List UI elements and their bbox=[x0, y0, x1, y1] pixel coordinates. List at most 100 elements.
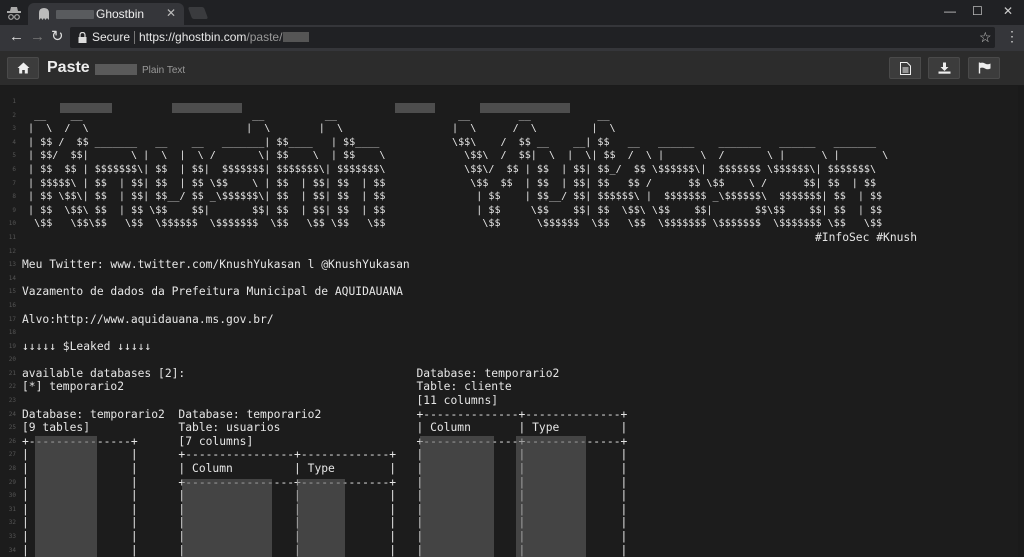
line-number: 5 bbox=[12, 152, 16, 160]
line-number: 11 bbox=[8, 233, 16, 241]
line-number-gutter: 1 2 3 4 5 6 7 8 9 10 11 12 13 14 15 16 17 18 19 20 21 22 23 24 2… bbox=[0, 95, 16, 557]
redacted-paste-id bbox=[95, 64, 137, 75]
code-line: Alvo:http://www.aquidauana.ms.gov.br/ bbox=[22, 312, 274, 326]
url-path: /paste/ bbox=[246, 30, 283, 44]
tab-close-icon[interactable]: ✕ bbox=[166, 6, 176, 20]
line-number: 29 bbox=[8, 478, 16, 486]
line-number: 6 bbox=[12, 165, 16, 173]
paste-content: 1 2 3 4 5 6 7 8 9 10 11 12 13 14 15 16 17 18 19 20 21 22 23 24 2… bbox=[0, 86, 1024, 557]
code-line: available databases [2]: Database: tempo… bbox=[22, 366, 560, 380]
redacted-tab-text bbox=[56, 10, 94, 19]
window-close-icon[interactable]: ✕ bbox=[1003, 4, 1013, 18]
redacted-block bbox=[516, 436, 586, 557]
code-line: [*] temporario2 Table: cliente bbox=[22, 380, 512, 394]
line-number: 28 bbox=[8, 465, 16, 473]
line-number: 8 bbox=[12, 193, 16, 201]
line-number: 26 bbox=[8, 437, 16, 445]
redacted-block bbox=[172, 103, 242, 113]
reload-icon[interactable]: ↻ bbox=[51, 29, 64, 45]
code-line: __ __ __ __ __ __ __ bbox=[22, 109, 610, 121]
download-icon bbox=[938, 62, 950, 74]
line-number: 9 bbox=[12, 206, 16, 214]
line-number: 22 bbox=[8, 383, 16, 391]
flag-icon bbox=[978, 62, 990, 74]
ghost-favicon-icon bbox=[39, 8, 49, 20]
redacted-block bbox=[395, 103, 435, 113]
code-line: | $$ $$ | $$$$$$$\| $$ | $$| $$$$$$$| $$… bbox=[22, 163, 877, 175]
redacted-block bbox=[420, 436, 494, 557]
paste-header: Paste Plain Text bbox=[0, 51, 1024, 86]
lock-icon bbox=[78, 32, 87, 43]
line-number: 2 bbox=[12, 111, 16, 119]
line-number: 14 bbox=[8, 274, 16, 282]
page-title: Paste bbox=[47, 59, 90, 76]
secure-label: Secure bbox=[92, 30, 131, 44]
hashtags: #InfoSec #Knush bbox=[815, 230, 918, 244]
code-line: Database: temporario2 Database: temporar… bbox=[22, 407, 628, 421]
maximize-icon[interactable]: ☐ bbox=[972, 4, 983, 18]
download-button[interactable] bbox=[928, 57, 960, 79]
raw-button[interactable] bbox=[889, 57, 921, 79]
line-number: 7 bbox=[12, 179, 16, 187]
browser-tab[interactable]: Ghostbin ✕ bbox=[28, 3, 184, 25]
redacted-block bbox=[182, 479, 272, 557]
redacted-block bbox=[297, 479, 345, 557]
code-line: | \ / \ | \ | \ | \ / \ | \ bbox=[22, 123, 616, 135]
scrollbar[interactable] bbox=[1018, 86, 1024, 557]
document-icon bbox=[899, 62, 911, 75]
line-number: 16 bbox=[8, 301, 16, 309]
redacted-url bbox=[283, 32, 310, 42]
back-icon[interactable]: ← bbox=[9, 29, 24, 45]
code-line: | $$ \$$\ $$ | $$ \$$ $$| $$| $$ | $$| $… bbox=[22, 204, 883, 216]
line-number: 19 bbox=[8, 342, 16, 350]
line-number: 30 bbox=[8, 492, 16, 500]
incognito-icon bbox=[7, 7, 21, 20]
line-number: 33 bbox=[8, 533, 16, 540]
code-line: [11 columns] bbox=[22, 394, 499, 408]
tab-title: Ghostbin bbox=[96, 7, 145, 21]
redacted-block bbox=[480, 103, 570, 113]
line-number: 20 bbox=[8, 356, 16, 364]
bookmark-star-icon[interactable]: ☆ bbox=[979, 29, 992, 46]
home-icon bbox=[17, 62, 29, 74]
line-number: 18 bbox=[8, 329, 16, 337]
forward-icon[interactable]: → bbox=[30, 29, 45, 45]
code-line: \$$ \$$\$$ \$$ \$$$$$$ \$$$$$$$ \$$ \$$ … bbox=[22, 218, 883, 230]
minimize-icon[interactable]: — bbox=[944, 4, 956, 18]
browser-menu-icon[interactable]: ⋮ bbox=[1005, 28, 1019, 45]
code-line: Vazamento de dados da Prefeitura Municip… bbox=[22, 285, 403, 299]
report-button[interactable] bbox=[968, 57, 1000, 79]
code-line: Meu Twitter: www.twitter.com/KnushYukasa… bbox=[22, 258, 410, 272]
line-number: 12 bbox=[8, 247, 16, 255]
line-number: 1 bbox=[12, 98, 16, 105]
home-button[interactable] bbox=[7, 57, 39, 79]
line-number: 3 bbox=[12, 125, 16, 133]
line-number: 10 bbox=[8, 220, 16, 228]
url-host: https://ghostbin.com bbox=[139, 30, 247, 44]
code-line: | $$ \$$\| $$ | $$| $$__/ $$ _\$$$$$$\| … bbox=[22, 191, 883, 203]
line-number: 32 bbox=[8, 519, 16, 527]
line-number: 4 bbox=[12, 138, 16, 146]
line-number: 13 bbox=[8, 261, 16, 269]
line-number: 17 bbox=[8, 315, 16, 323]
line-number: 27 bbox=[8, 451, 16, 459]
code-line: | $$$$$\ | $$ | $$| $$ | $$ \$$ \ | $$ |… bbox=[22, 177, 877, 189]
browser-toolbar: ← → ↻ Secure https://ghostbin.com/paste/… bbox=[0, 25, 1024, 51]
line-number: 23 bbox=[8, 397, 16, 405]
new-tab-button[interactable] bbox=[187, 7, 209, 19]
address-bar[interactable]: Secure https://ghostbin.com/paste/ bbox=[70, 27, 995, 48]
line-number: 15 bbox=[8, 288, 16, 296]
redacted-block bbox=[35, 436, 97, 557]
line-number: 34 bbox=[8, 546, 16, 554]
address-separator bbox=[134, 31, 135, 44]
line-number: 24 bbox=[8, 410, 16, 418]
line-number: 21 bbox=[8, 369, 16, 377]
line-number: 31 bbox=[8, 505, 16, 513]
tab-bar: Ghostbin ✕ — ☐ ✕ bbox=[0, 0, 1024, 25]
